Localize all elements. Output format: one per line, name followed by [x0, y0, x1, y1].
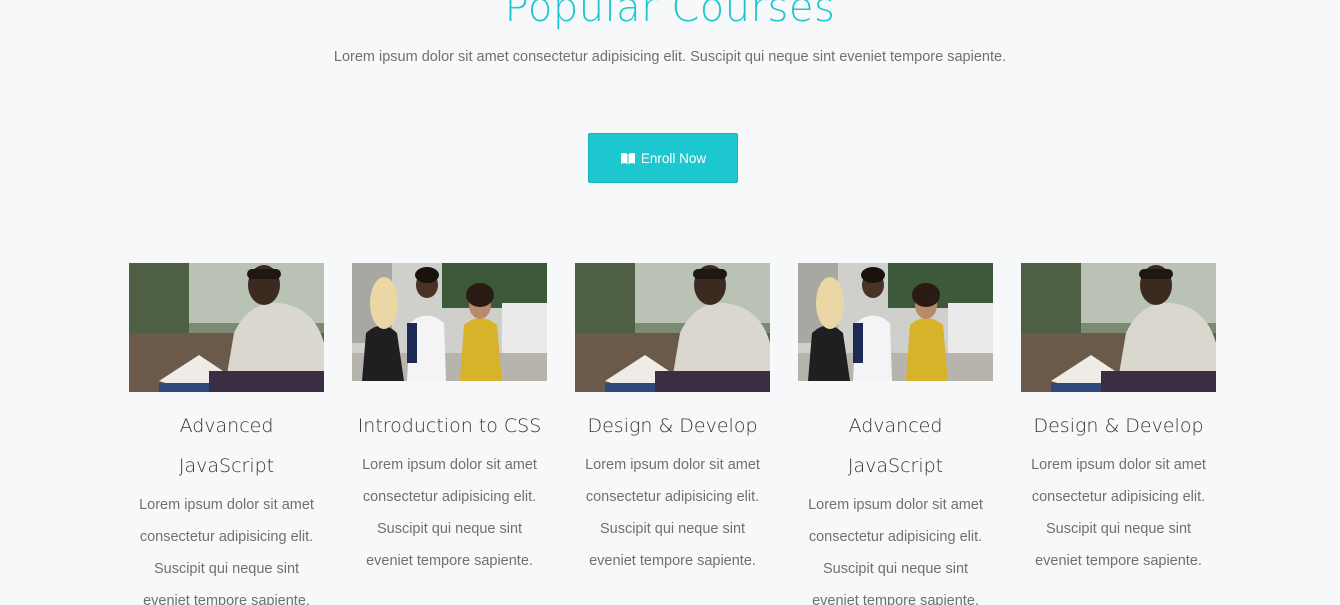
man-reading-photo [575, 263, 770, 392]
course-card[interactable]: Design & Develop Lorem ipsum dolor sit a… [575, 263, 770, 605]
enroll-now-label: Enroll Now [640, 150, 707, 166]
course-title[interactable]: Design & Develop [575, 406, 770, 446]
course-description: Lorem ipsum dolor sit amet consectetur a… [808, 497, 983, 605]
course-title[interactable]: Advanced JavaScript [129, 406, 324, 486]
section-subtitle: Lorem ipsum dolor sit amet consectetur a… [333, 49, 1007, 65]
course-title[interactable]: Advanced JavaScript [798, 406, 993, 486]
course-card[interactable]: Advanced JavaScript Lorem ipsum dolor si… [129, 263, 324, 605]
enroll-now-button[interactable]: Enroll Now [588, 133, 738, 183]
course-title[interactable]: Design & Develop [1021, 406, 1216, 446]
course-card[interactable]: Advanced JavaScript Lorem ipsum dolor si… [798, 263, 993, 605]
man-reading-photo [129, 263, 324, 392]
course-description: Lorem ipsum dolor sit amet consectetur a… [585, 457, 760, 569]
course-description: Lorem ipsum dolor sit amet consectetur a… [362, 457, 537, 569]
students-talking-photo [352, 263, 547, 381]
course-card[interactable]: Introduction to CSS Lorem ipsum dolor si… [352, 263, 547, 605]
students-talking-photo [798, 263, 993, 381]
section-title: Popular Courses [504, 0, 836, 31]
man-reading-photo [1021, 263, 1216, 392]
course-list: Advanced JavaScript Lorem ipsum dolor si… [129, 263, 1219, 605]
course-card[interactable]: Design & Develop Lorem ipsum dolor sit a… [1021, 263, 1216, 605]
course-title[interactable]: Introduction to CSS [352, 406, 547, 446]
course-description: Lorem ipsum dolor sit amet consectetur a… [139, 497, 314, 605]
book-icon [620, 152, 636, 165]
course-description: Lorem ipsum dolor sit amet consectetur a… [1031, 457, 1206, 569]
